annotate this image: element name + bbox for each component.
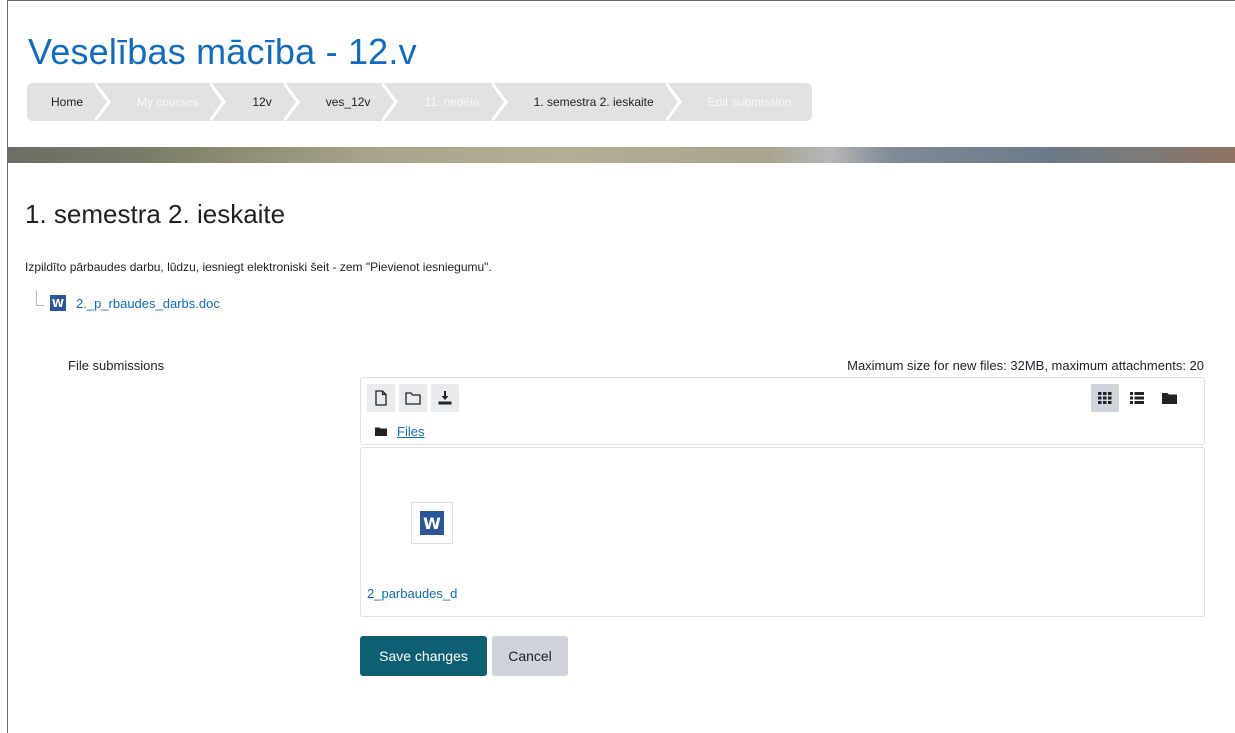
file-name-link[interactable]: 2_parbaudes_d	[367, 586, 457, 601]
filepicker-file-area[interactable]: W 2_parbaudes_d	[360, 447, 1205, 617]
cancel-button[interactable]: Cancel	[492, 636, 568, 676]
save-changes-button[interactable]: Save changes	[360, 636, 487, 676]
breadcrumb-12v[interactable]: 12v	[228, 83, 286, 121]
breadcrumb-week[interactable]: 11. nedēla	[400, 83, 494, 121]
breadcrumb-separator	[489, 83, 510, 121]
breadcrumb-separator	[281, 83, 302, 121]
breadcrumb-ves-12v[interactable]: ves_12v	[301, 83, 385, 121]
breadcrumb: Home My courses 12v ves_12v 11. nedēla 1…	[27, 83, 812, 121]
files-path-link[interactable]: Files	[397, 424, 424, 439]
create-folder-icon	[405, 392, 421, 405]
course-banner	[8, 147, 1235, 163]
list-view-button[interactable]	[1123, 384, 1151, 412]
breadcrumb-my-courses[interactable]: My courses	[113, 83, 213, 121]
breadcrumb-separator	[663, 83, 684, 121]
tree-connector	[36, 290, 44, 306]
filepicker-path: Files	[375, 424, 424, 439]
breadcrumb-home[interactable]: Home	[27, 83, 98, 121]
tree-view-icon	[1161, 393, 1177, 404]
tree-view-button[interactable]	[1155, 384, 1183, 412]
download-all-button[interactable]	[431, 384, 459, 412]
breadcrumb-assignment[interactable]: 1. semestra 2. ieskaite	[509, 83, 668, 121]
grid-view-button[interactable]	[1091, 384, 1119, 412]
word-icon: W	[420, 511, 444, 535]
list-view-icon	[1130, 392, 1144, 404]
filepicker-toolbar: Files	[360, 377, 1205, 445]
breadcrumb-separator	[380, 83, 401, 121]
breadcrumb-edit-submission: Edit submission	[683, 83, 812, 121]
max-size-info: Maximum size for new files: 32MB, maximu…	[847, 358, 1204, 373]
page-heading: 1. semestra 2. ieskaite	[25, 199, 286, 229]
course-title: Veselības mācība - 12.v	[28, 31, 417, 72]
add-file-button[interactable]	[367, 384, 395, 412]
add-file-icon	[375, 390, 387, 406]
assignment-intro: Izpildīto pārbaudes darbu, lūdzu, iesnie…	[25, 260, 492, 274]
word-icon: W	[50, 295, 66, 311]
folder-icon	[375, 427, 387, 436]
page-frame: Veselības mācība - 12.v Home My courses …	[7, 0, 1235, 733]
grid-view-icon	[1098, 392, 1112, 404]
breadcrumb-separator	[208, 83, 229, 121]
breadcrumb-separator	[93, 83, 114, 121]
file-submissions-label: File submissions	[68, 358, 165, 373]
create-folder-button[interactable]	[399, 384, 427, 412]
file-thumbnail[interactable]: W	[411, 502, 453, 544]
intro-attachment: W 2._p_rbaudes_darbs.doc	[36, 290, 220, 311]
attachment-link[interactable]: 2._p_rbaudes_darbs.doc	[76, 296, 220, 311]
download-icon	[438, 391, 452, 405]
